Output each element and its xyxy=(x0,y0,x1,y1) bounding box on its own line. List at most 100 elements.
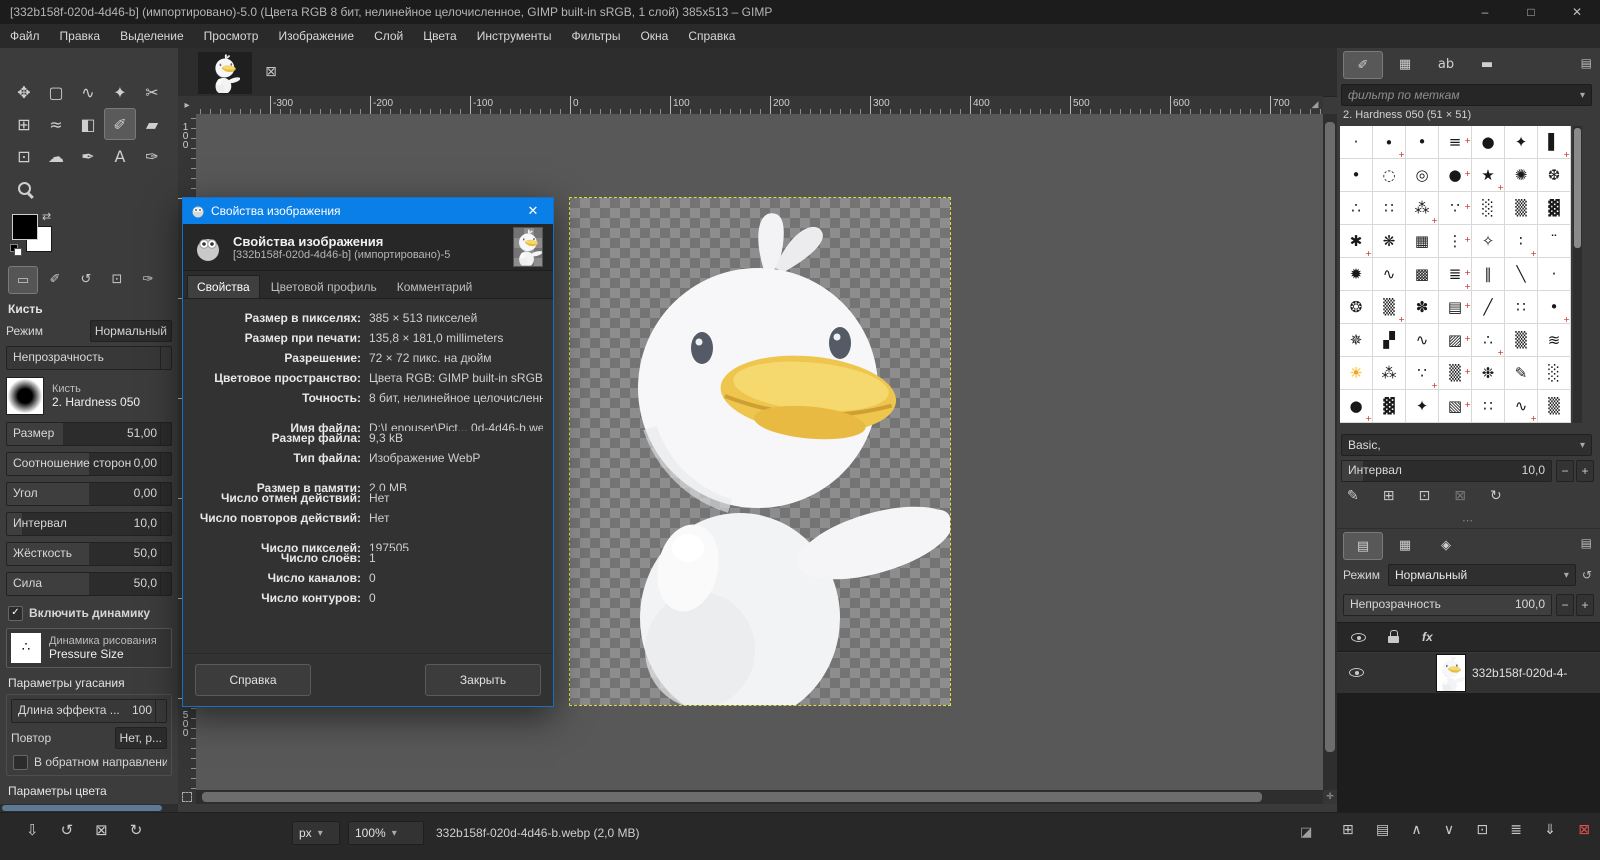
brush-cell[interactable]: ∙ xyxy=(1373,126,1406,159)
dialog-tab-properties[interactable]: Свойства xyxy=(187,275,260,298)
brush-cell[interactable]: ∶ xyxy=(1505,225,1538,258)
fade-length-slider[interactable]: Длина эффекта ... 100 xyxy=(11,699,167,723)
menu-help[interactable]: Справка xyxy=(678,25,745,47)
tab-patterns[interactable]: ▦ xyxy=(1386,51,1424,77)
brush-cell[interactable]: ✽ xyxy=(1406,291,1439,324)
zoom-tool[interactable] xyxy=(8,172,40,204)
image-preview-icon[interactable]: ◪ xyxy=(1300,825,1312,840)
dialog-tab-color-profile[interactable]: Цветовой профиль xyxy=(262,276,386,298)
layer-opacity-slider[interactable]: Непрозрачность 100,0 xyxy=(1343,594,1552,616)
brush-cell[interactable]: ∷ xyxy=(1373,192,1406,225)
menu-select[interactable]: Выделение xyxy=(110,25,194,47)
brush-cell[interactable]: ▌ xyxy=(1538,126,1571,159)
layer-effects-button[interactable]: fx xyxy=(1422,630,1433,644)
brush-cell[interactable]: • xyxy=(1538,291,1571,324)
brush-cell[interactable]: ✦ xyxy=(1406,390,1439,423)
brush-cell[interactable]: ◌ xyxy=(1373,159,1406,192)
opacity-increase-button[interactable]: + xyxy=(1576,594,1594,616)
menu-image[interactable]: Изображение xyxy=(268,25,364,47)
menu-layer[interactable]: Слой xyxy=(364,25,413,47)
delete-brush-icon[interactable]: ⊠ xyxy=(1454,488,1466,504)
delete-icon[interactable]: ⊠ xyxy=(95,821,108,839)
brush-cell[interactable]: ✦ xyxy=(1505,126,1538,159)
menu-colors[interactable]: Цвета xyxy=(413,25,466,47)
brush-grid-scrollbar[interactable] xyxy=(1573,126,1582,423)
repeat-select[interactable]: Нет, р... xyxy=(115,727,167,749)
spacing-increase-button[interactable]: + xyxy=(1576,460,1594,482)
brush-cell[interactable]: ∥ xyxy=(1472,258,1505,291)
free-select-tool[interactable]: ∿ xyxy=(72,76,104,108)
brush-cell[interactable]: ◎ xyxy=(1406,159,1439,192)
brush-cell[interactable]: ▒ xyxy=(1505,192,1538,225)
brush-cell[interactable]: ❂ xyxy=(1340,291,1373,324)
brush-collection-select[interactable]: Basic, ▾ xyxy=(1341,434,1592,456)
dialog-close-icon[interactable]: ✕ xyxy=(521,203,545,219)
quick-mask-button[interactable] xyxy=(178,790,196,804)
brush-cell[interactable]: ● xyxy=(1472,126,1505,159)
new-group-icon[interactable]: ▤ xyxy=(1376,822,1389,838)
crop-tool[interactable]: ✂ xyxy=(136,76,168,108)
brush-cell[interactable]: · xyxy=(1538,258,1571,291)
clone-tool[interactable]: ⊡ xyxy=(8,140,40,172)
brush-cell[interactable]: ¨ xyxy=(1538,225,1571,258)
brush-cell[interactable]: • xyxy=(1406,126,1439,159)
ruler-menu-button[interactable]: ▸ xyxy=(178,96,197,114)
unit-select[interactable]: px ▾ xyxy=(292,821,340,845)
color-picker-tool[interactable]: ✑ xyxy=(136,140,168,172)
save-icon[interactable]: ⇩ xyxy=(26,821,39,839)
brush-cell[interactable]: ∿ xyxy=(1505,390,1538,423)
horizontal-scrollbar[interactable] xyxy=(196,790,1323,804)
tool-options-scrollbar[interactable] xyxy=(0,804,178,812)
brush-cell[interactable]: ❉ xyxy=(1472,357,1505,390)
brush-cell[interactable]: ∿ xyxy=(1373,258,1406,291)
tab-brushes-dock[interactable]: ✑ xyxy=(134,266,162,292)
brush-cell[interactable]: ▩ xyxy=(1406,258,1439,291)
brush-cell[interactable]: ▒ xyxy=(1538,390,1571,423)
menu-windows[interactable]: Окна xyxy=(630,25,678,47)
image-tab-close-icon[interactable]: ⊠ xyxy=(258,59,284,85)
minimize-button[interactable]: – xyxy=(1462,0,1508,24)
brush-cell[interactable]: ❆ xyxy=(1538,159,1571,192)
brush-cell[interactable]: ✵ xyxy=(1340,324,1373,357)
tab-device-status[interactable]: ✐ xyxy=(41,266,69,292)
vertical-scrollbar[interactable] xyxy=(1323,114,1337,790)
brush-cell[interactable]: ⋮ xyxy=(1439,225,1472,258)
layer-row[interactable]: 332b158f-020d-4- xyxy=(1337,653,1600,693)
brush-cell[interactable]: ☀ xyxy=(1340,357,1373,390)
brush-cell[interactable]: ▓ xyxy=(1373,390,1406,423)
brush-cell[interactable]: ⁂ xyxy=(1406,192,1439,225)
brush-cell[interactable]: ▞ xyxy=(1373,324,1406,357)
brush-cell[interactable]: ▨ xyxy=(1439,324,1472,357)
brush-cell[interactable]: ∷ xyxy=(1505,291,1538,324)
dock-menu-icon[interactable]: ▤ xyxy=(1581,56,1592,70)
spacing-decrease-button[interactable]: − xyxy=(1556,460,1574,482)
reverse-checkbox[interactable]: ✓ xyxy=(13,755,28,770)
brush-cell[interactable]: ● xyxy=(1340,390,1373,423)
paint-mode-select[interactable]: Нормальный xyxy=(90,320,172,342)
dock-menu-icon[interactable]: ▤ xyxy=(1581,536,1592,550)
tab-undo-history[interactable]: ↺ xyxy=(72,266,100,292)
foreground-color-swatch[interactable] xyxy=(12,214,38,240)
brush-cell[interactable]: ▒ xyxy=(1439,357,1472,390)
angle-slider[interactable]: Угол0,00 xyxy=(6,482,172,506)
fuzzy-select-tool[interactable]: ✦ xyxy=(104,76,136,108)
brush-cell[interactable]: ∵ xyxy=(1406,357,1439,390)
brush-cell[interactable]: ▦ xyxy=(1406,225,1439,258)
tab-paths[interactable]: ◈ xyxy=(1427,532,1465,558)
layers-list-empty[interactable] xyxy=(1337,693,1600,812)
brush-cell[interactable]: ∴ xyxy=(1472,324,1505,357)
zoom-follow-window-icon[interactable]: ◢ xyxy=(1307,96,1323,114)
close-dialog-button[interactable]: Закрыть xyxy=(425,664,541,696)
new-layer-icon[interactable]: ⊞ xyxy=(1342,822,1354,838)
zoom-select[interactable]: 100% ▾ xyxy=(348,821,424,845)
tab-tool-options[interactable]: ▭ xyxy=(8,266,38,294)
raise-layer-icon[interactable]: ∧ xyxy=(1411,822,1421,838)
dialog-titlebar[interactable]: Свойства изображения ✕ xyxy=(183,198,553,224)
help-button[interactable]: Справка xyxy=(195,664,311,696)
force-slider[interactable]: Сила50,0 xyxy=(6,572,172,596)
canvas-image[interactable] xyxy=(570,198,950,705)
rectangle-select-tool[interactable]: ▢ xyxy=(40,76,72,108)
brush-cell[interactable]: ∷ xyxy=(1472,390,1505,423)
eraser-tool[interactable]: ▰ xyxy=(136,108,168,140)
paintbrush-tool[interactable]: ✐ xyxy=(104,108,136,140)
